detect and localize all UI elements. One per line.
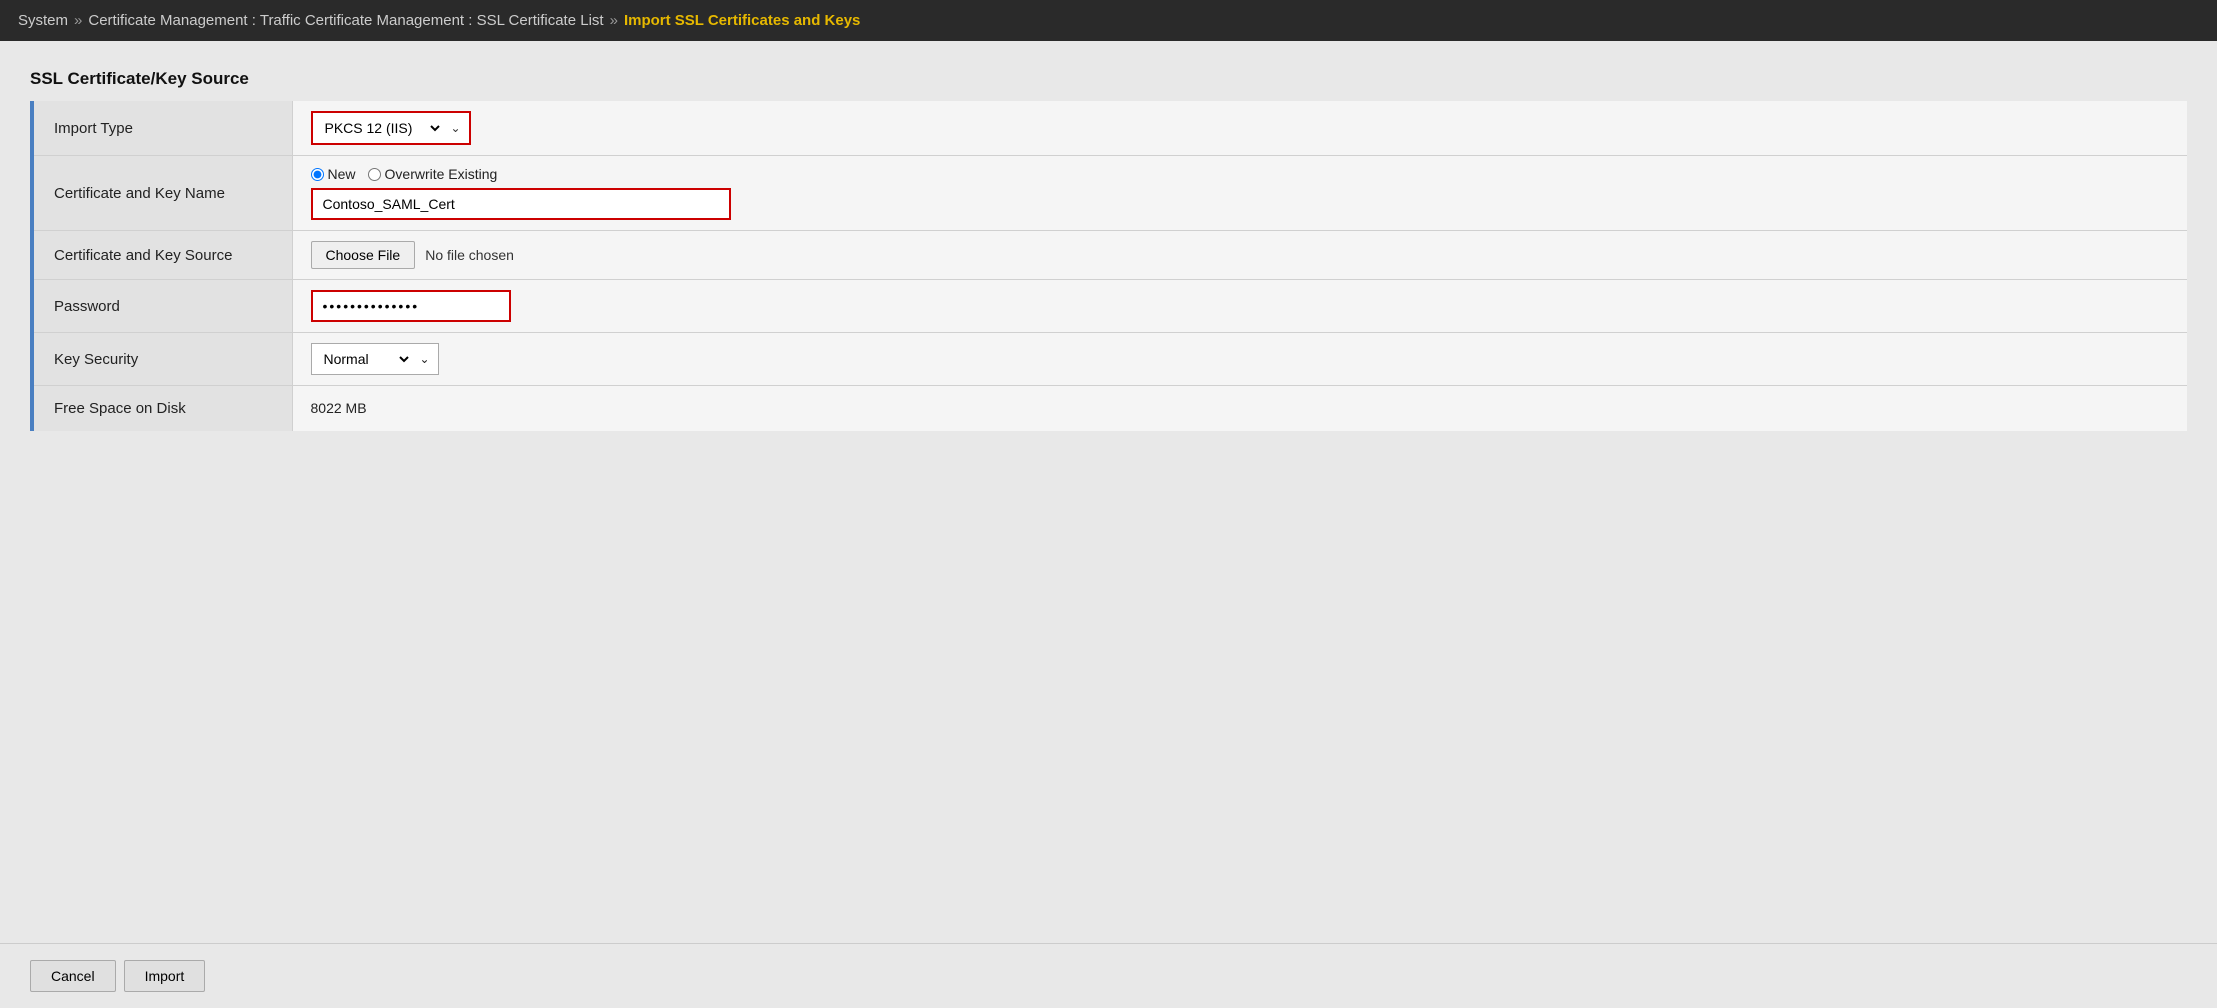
no-file-text: No file chosen (425, 247, 514, 263)
cert-key-source-value-cell: Choose File No file chosen (292, 231, 2187, 280)
section-title: SSL Certificate/Key Source (30, 69, 2187, 89)
radio-new[interactable] (311, 168, 324, 181)
radio-overwrite[interactable] (368, 168, 381, 181)
form-table: Import Type PKCS 12 (IIS) PEM PKCS7 DER … (30, 101, 2187, 431)
free-space-row: Free Space on Disk 8022 MB (32, 386, 2187, 432)
cert-key-source-label: Certificate and Key Source (32, 231, 292, 280)
choose-file-button[interactable]: Choose File (311, 241, 416, 269)
password-row: Password (32, 280, 2187, 333)
radio-new-text: New (328, 166, 356, 182)
key-security-select[interactable]: Normal High (312, 344, 412, 374)
cert-key-source-row: Certificate and Key Source Choose File N… (32, 231, 2187, 280)
radio-overwrite-text: Overwrite Existing (385, 166, 498, 182)
free-space-value-cell: 8022 MB (292, 386, 2187, 432)
import-button[interactable]: Import (124, 960, 206, 992)
import-type-select-wrapper[interactable]: PKCS 12 (IIS) PEM PKCS7 DER ⌄ (311, 111, 471, 145)
button-bar: Cancel Import (0, 943, 2217, 1008)
import-type-select[interactable]: PKCS 12 (IIS) PEM PKCS7 DER (313, 113, 443, 143)
file-input-wrapper: Choose File No file chosen (311, 241, 2170, 269)
free-space-label: Free Space on Disk (32, 386, 292, 432)
key-security-value-cell: Normal High ⌄ (292, 333, 2187, 386)
import-type-value-cell: PKCS 12 (IIS) PEM PKCS7 DER ⌄ (292, 101, 2187, 156)
cancel-button[interactable]: Cancel (30, 960, 116, 992)
cert-key-name-row: Certificate and Key Name New Overwrite E… (32, 156, 2187, 231)
cert-key-name-radio-group: New Overwrite Existing (311, 166, 2170, 182)
main-content: SSL Certificate/Key Source Import Type P… (0, 41, 2217, 943)
password-label: Password (32, 280, 292, 333)
import-type-label: Import Type (32, 101, 292, 156)
breadcrumb-item-current: Import SSL Certificates and Keys (624, 12, 860, 29)
breadcrumb-separator-2: » (610, 12, 618, 29)
key-security-label: Key Security (32, 333, 292, 386)
key-security-row: Key Security Normal High ⌄ (32, 333, 2187, 386)
import-type-chevron-icon: ⌄ (443, 115, 469, 141)
breadcrumb-item-cert-mgmt[interactable]: Certificate Management : Traffic Certifi… (88, 12, 603, 29)
key-security-chevron-icon: ⌄ (412, 346, 438, 372)
breadcrumb-separator-1: » (74, 12, 82, 29)
radio-overwrite-label[interactable]: Overwrite Existing (368, 166, 498, 182)
import-type-row: Import Type PKCS 12 (IIS) PEM PKCS7 DER … (32, 101, 2187, 156)
key-security-select-wrapper[interactable]: Normal High ⌄ (311, 343, 439, 375)
cert-key-name-label: Certificate and Key Name (32, 156, 292, 231)
free-space-value: 8022 MB (311, 400, 367, 416)
breadcrumb: System » Certificate Management : Traffi… (0, 0, 2217, 41)
password-value-cell (292, 280, 2187, 333)
radio-new-label[interactable]: New (311, 166, 356, 182)
cert-name-input[interactable] (311, 188, 731, 220)
password-input[interactable] (311, 290, 511, 322)
cert-key-name-value-cell: New Overwrite Existing (292, 156, 2187, 231)
breadcrumb-item-system[interactable]: System (18, 12, 68, 29)
